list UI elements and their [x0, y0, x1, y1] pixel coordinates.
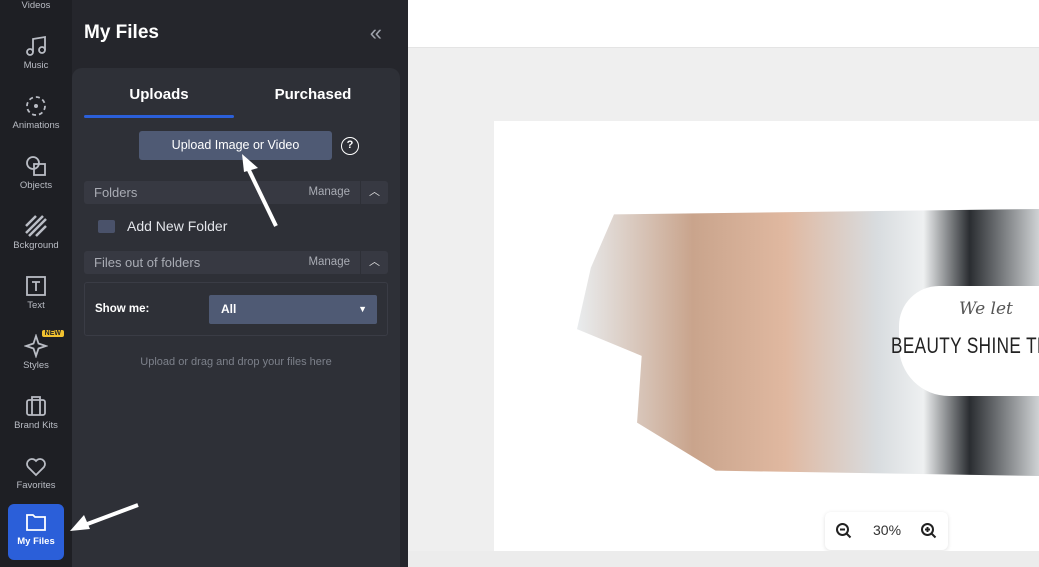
rail-item-music[interactable]: Music — [8, 28, 64, 84]
zoom-out-icon[interactable] — [835, 522, 853, 543]
headline-text: BEAUTY SHINE THR — [891, 333, 1039, 358]
rail-item-text[interactable]: Text — [8, 268, 64, 324]
help-icon[interactable]: ? — [341, 137, 359, 155]
sparkle-icon — [24, 334, 48, 358]
add-new-folder-button[interactable]: Add New Folder — [98, 218, 227, 234]
animation-icon — [26, 96, 46, 116]
tab-uploads[interactable]: Uploads — [84, 86, 234, 103]
folders-section-header: Folders Manage ︿ — [84, 181, 388, 204]
chevron-up-icon[interactable]: ︿ — [360, 181, 388, 204]
zoom-in-icon[interactable] — [920, 522, 938, 543]
my-files-panel: My Files « Uploads Purchased Upload Imag… — [72, 0, 408, 567]
collapse-panel-icon[interactable]: « — [370, 20, 382, 46]
drop-hint: Upload or drag and drop your files here — [140, 356, 332, 368]
design-canvas[interactable]: We let BEAUTY SHINE THR — [494, 121, 1039, 551]
dropdown-caret-icon: ▼ — [358, 304, 367, 314]
rail-item-animations[interactable]: Animations — [8, 88, 64, 144]
folders-label: Folders — [94, 185, 138, 200]
background-icon — [25, 215, 47, 237]
rail-item-favorites[interactable]: Favorites — [8, 448, 64, 504]
briefcase-icon — [26, 396, 46, 416]
music-icon — [26, 35, 46, 56]
rail-item-objects[interactable]: Objects — [8, 148, 64, 204]
rail-item-background[interactable]: Bckground — [8, 208, 64, 264]
rail-item-brand-kits[interactable]: Brand Kits — [8, 388, 64, 444]
script-text: We let — [959, 299, 1013, 319]
zoom-level: 30% — [873, 522, 902, 538]
active-tab-indicator — [84, 115, 234, 118]
zoom-control: 30% — [825, 512, 948, 550]
text-icon — [26, 276, 46, 296]
rail-item-my-files[interactable]: My Files — [8, 504, 64, 560]
show-me-label: Show me: — [95, 303, 150, 315]
rail-item-videos[interactable]: Videos — [8, 0, 64, 24]
tab-purchased[interactable]: Purchased — [238, 86, 388, 103]
heart-icon — [26, 458, 46, 477]
files-out-manage-link[interactable]: Manage — [308, 251, 350, 274]
editor-top-bar — [408, 0, 1039, 48]
rail-item-styles[interactable]: NEW Styles — [8, 328, 64, 384]
new-badge: NEW — [41, 330, 64, 337]
folders-manage-link[interactable]: Manage — [308, 181, 350, 204]
horizontal-scrollbar[interactable] — [408, 551, 1039, 567]
files-card: Uploads Purchased Upload Image or Video … — [72, 68, 400, 567]
files-out-section-header: Files out of folders Manage ︿ — [84, 251, 388, 274]
panel-title: My Files — [84, 22, 159, 43]
folder-plus-icon — [98, 220, 115, 233]
show-me-select[interactable]: All ▼ — [209, 295, 377, 324]
upload-button[interactable]: Upload Image or Video — [139, 131, 332, 160]
left-nav-rail: Videos Music Animations Objects Bckgroun… — [0, 0, 72, 567]
shapes-icon — [26, 156, 46, 176]
files-out-label: Files out of folders — [94, 255, 201, 270]
filter-box: Show me: All ▼ — [84, 282, 388, 336]
chevron-up-icon[interactable]: ︿ — [360, 251, 388, 274]
folder-icon — [26, 514, 46, 531]
